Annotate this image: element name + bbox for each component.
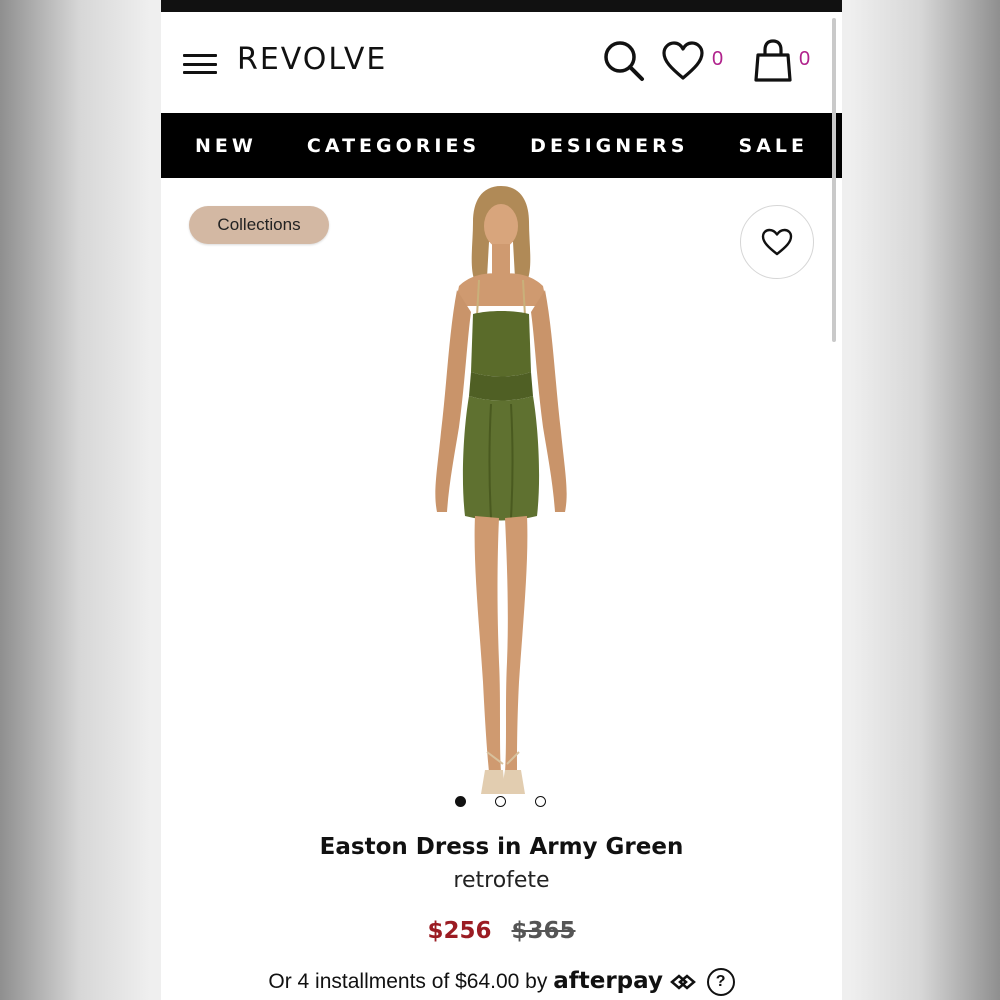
mobile-page: REVOLVE 0 0 NEW CATEGORIES DESIGNERS SAL… <box>161 0 842 1000</box>
afterpay-logo: afterpay <box>553 968 663 994</box>
nav-new[interactable]: NEW <box>195 135 257 157</box>
pagination-dot-2[interactable] <box>495 796 506 807</box>
main-nav: NEW CATEGORIES DESIGNERS SALE <box>161 113 842 178</box>
nav-designers[interactable]: DESIGNERS <box>530 135 688 157</box>
help-icon[interactable]: ? <box>706 968 735 997</box>
wishlist-icon[interactable] <box>661 40 705 82</box>
afterpay-arrows-icon <box>669 974 696 991</box>
sale-price: $256 <box>427 918 492 944</box>
search-icon[interactable] <box>601 38 647 84</box>
installments-info: Or 4 installments of $64.00 by afterpay … <box>161 968 842 997</box>
nav-sale[interactable]: SALE <box>739 135 808 157</box>
heart-icon <box>761 228 793 256</box>
site-header: REVOLVE 0 0 <box>161 12 842 113</box>
pagination-dot-1[interactable] <box>455 796 466 807</box>
menu-icon[interactable] <box>183 54 217 74</box>
add-to-wishlist-button[interactable] <box>740 205 814 279</box>
shopping-bag-icon[interactable] <box>751 38 795 84</box>
scrollbar[interactable] <box>832 18 836 342</box>
wishlist-count: 0 <box>712 48 724 70</box>
brand-logo[interactable]: REVOLVE <box>237 42 387 77</box>
original-price: $365 <box>511 918 576 944</box>
status-bar <box>161 0 842 12</box>
image-pagination <box>451 796 561 812</box>
product-name: Easton Dress in Army Green <box>319 834 684 860</box>
price-block: $256 $365 <box>161 918 842 944</box>
nav-categories[interactable]: CATEGORIES <box>307 135 480 157</box>
bag-count: 0 <box>799 48 811 70</box>
pagination-dot-3[interactable] <box>535 796 546 807</box>
product-image[interactable] <box>341 182 661 822</box>
collections-badge[interactable]: Collections <box>189 206 329 244</box>
product-designer[interactable]: retrofete <box>161 868 842 893</box>
installments-text: Or 4 installments of $64.00 by <box>268 970 548 993</box>
